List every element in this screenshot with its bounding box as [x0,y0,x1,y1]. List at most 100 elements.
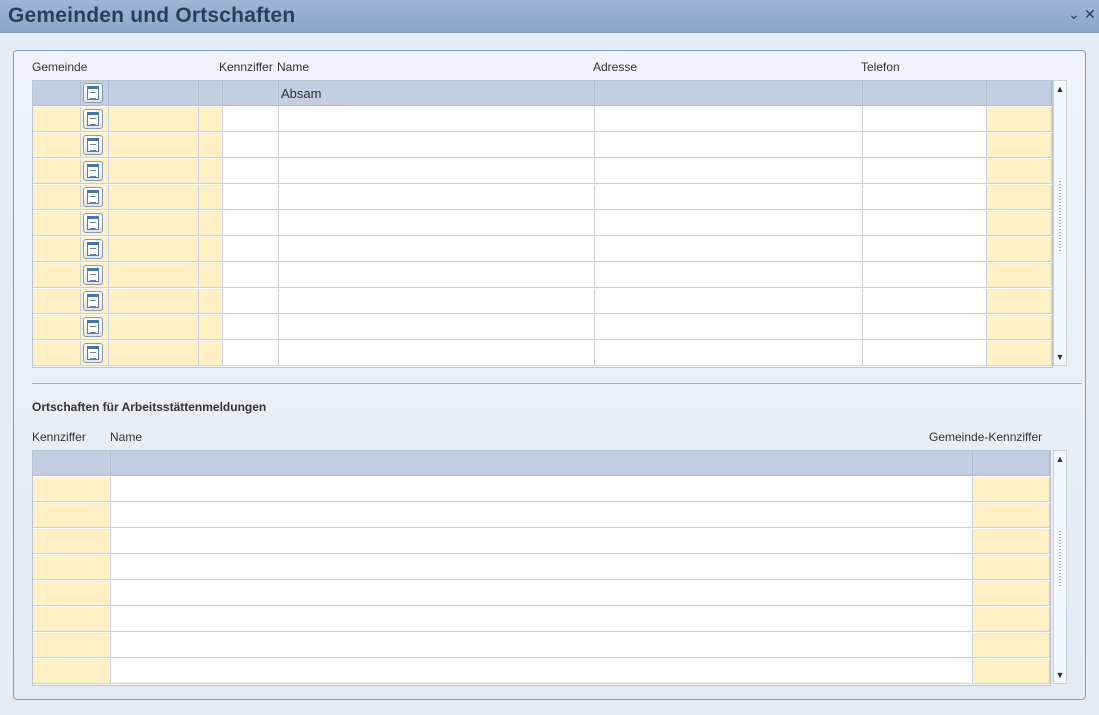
kennziffer-cell[interactable] [223,211,279,236]
gemeinden-scrollbar[interactable]: ▲ ▼ [1053,80,1067,366]
document-icon[interactable] [83,187,103,207]
kennziffer-cell[interactable] [223,133,279,158]
name-cell[interactable] [279,159,595,184]
table-row[interactable] [33,555,1050,581]
close-icon[interactable]: ✕ [1084,6,1096,23]
adresse-cell[interactable] [595,237,863,262]
document-icon[interactable] [83,343,103,363]
ort-name-cell[interactable] [111,581,973,606]
table-row[interactable] [33,477,1050,503]
ort-name-cell[interactable] [111,503,973,528]
telefon-cell[interactable] [863,81,987,106]
adresse-cell[interactable] [595,159,863,184]
ortschaften-scrollbar[interactable]: ▲ ▼ [1053,450,1067,684]
gemeinden-table: Absam [32,80,1053,368]
adresse-cell[interactable] [595,81,863,106]
adresse-cell[interactable] [595,315,863,340]
document-icon[interactable] [83,213,103,233]
telefon-cell[interactable] [863,289,987,314]
scroll-grip-icon[interactable] [1059,181,1061,251]
document-icon[interactable] [83,239,103,259]
table-row[interactable] [33,185,1052,211]
table-row[interactable] [33,659,1050,685]
adresse-cell[interactable] [595,263,863,288]
table-row[interactable] [33,581,1050,607]
telefon-cell[interactable] [863,237,987,262]
table-row[interactable] [33,211,1052,237]
telefon-cell[interactable] [863,341,987,366]
scroll-down-icon[interactable]: ▼ [1055,351,1065,363]
adresse-cell[interactable] [595,211,863,236]
document-icon[interactable] [83,265,103,285]
telefon-cell[interactable] [863,107,987,132]
name-cell[interactable]: Absam [279,81,595,106]
scroll-up-icon[interactable]: ▲ [1055,83,1065,95]
table-row[interactable] [33,237,1052,263]
adresse-cell[interactable] [595,107,863,132]
kennziffer-cell[interactable] [223,237,279,262]
table-row[interactable] [33,315,1052,341]
flag-cell [199,263,223,288]
ort-name-cell[interactable] [111,477,973,502]
document-icon[interactable] [83,135,103,155]
table-row[interactable] [33,289,1052,315]
minimize-icon[interactable]: ⌄ [1068,6,1080,23]
gemeinde-cell [33,185,81,210]
table-row[interactable] [33,633,1050,659]
table-row[interactable] [33,607,1050,633]
kennziffer-cell[interactable] [223,159,279,184]
name-cell[interactable] [279,185,595,210]
adresse-cell[interactable] [595,289,863,314]
document-icon[interactable] [83,161,103,181]
name-cell[interactable] [279,289,595,314]
name-cell[interactable] [279,211,595,236]
gemeinde-cell [33,289,81,314]
kennziffer-cell[interactable] [223,289,279,314]
name-cell[interactable] [279,133,595,158]
kennziffer-cell[interactable] [223,341,279,366]
telefon-cell[interactable] [863,133,987,158]
ort-name-cell[interactable] [111,659,973,684]
ort-name-cell[interactable] [111,555,973,580]
document-icon[interactable] [83,83,103,103]
document-icon[interactable] [83,317,103,337]
document-icon[interactable] [83,109,103,129]
ort-name-cell[interactable] [111,529,973,554]
ort-name-cell[interactable] [111,633,973,658]
extra-cell [987,81,1052,106]
table-row[interactable] [33,107,1052,133]
telefon-cell[interactable] [863,315,987,340]
table-row[interactable] [33,159,1052,185]
scroll-grip-icon[interactable] [1059,531,1061,586]
name-cell[interactable] [279,107,595,132]
table-row[interactable] [33,529,1050,555]
table-row[interactable] [33,341,1052,367]
name-cell[interactable] [279,341,595,366]
ort-name-cell[interactable] [111,607,973,632]
table-row[interactable] [33,133,1052,159]
telefon-cell[interactable] [863,159,987,184]
table-row[interactable] [33,263,1052,289]
document-icon[interactable] [83,291,103,311]
telefon-cell[interactable] [863,185,987,210]
kennziffer-cell[interactable] [223,263,279,288]
table-row[interactable] [33,503,1050,529]
kennziffer-cell[interactable] [223,107,279,132]
scroll-down-icon[interactable]: ▼ [1055,669,1065,681]
name-cell[interactable] [279,315,595,340]
kennziffer-cell[interactable] [223,315,279,340]
ort-name-cell[interactable] [111,451,973,476]
telefon-cell[interactable] [863,211,987,236]
table-row[interactable] [33,451,1050,477]
scroll-up-icon[interactable]: ▲ [1055,453,1065,465]
adresse-cell[interactable] [595,133,863,158]
kennziffer-cell[interactable] [223,185,279,210]
name-cell[interactable] [279,237,595,262]
telefon-cell[interactable] [863,263,987,288]
detail-button-cell [81,185,109,210]
name-cell[interactable] [279,263,595,288]
kennziffer-cell[interactable] [223,81,279,106]
adresse-cell[interactable] [595,341,863,366]
table-row[interactable]: Absam [33,81,1052,107]
adresse-cell[interactable] [595,185,863,210]
